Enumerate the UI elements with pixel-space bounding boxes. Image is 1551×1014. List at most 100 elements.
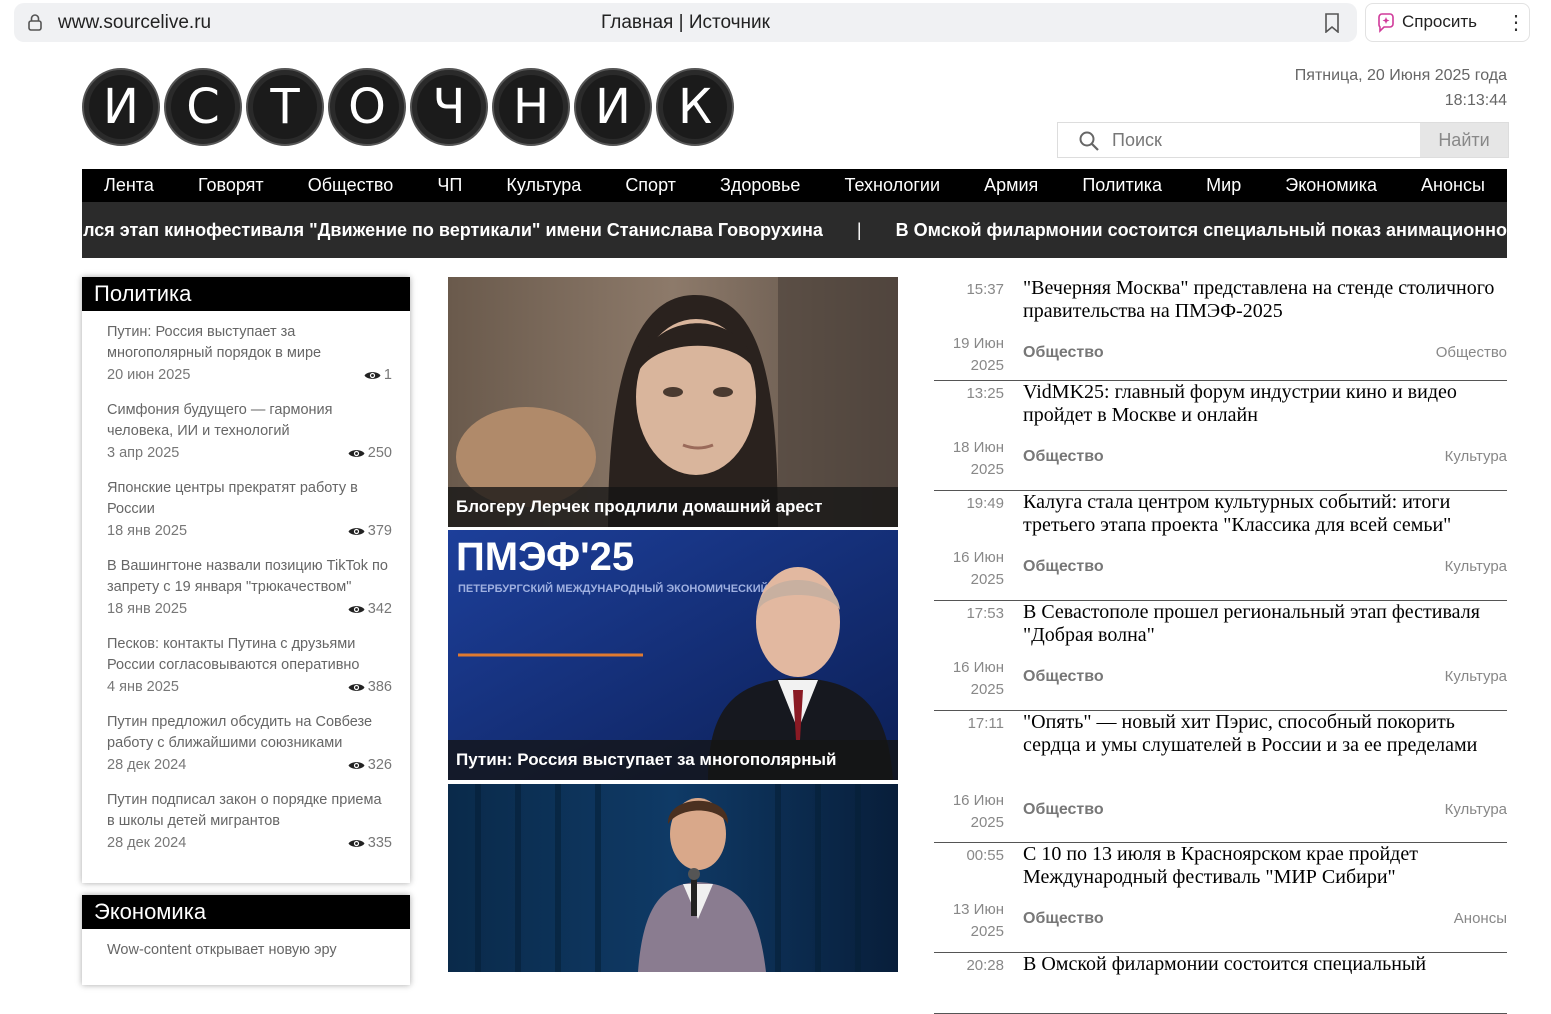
news-title[interactable]: Калуга стала центром культурных событий:… (1023, 491, 1503, 536)
news-category[interactable]: Общество (1023, 801, 1104, 819)
news-item[interactable]: 17:11 "Опять" — новый хит Пэрис, способны… (934, 711, 1507, 843)
view-count: 1 (364, 367, 392, 383)
nav-item[interactable]: Политика (1082, 175, 1162, 196)
view-count-value: 386 (367, 679, 392, 695)
list-item-title[interactable]: Японские центры прекратят работу в Росси… (107, 467, 392, 520)
news-item[interactable]: 00:55 С 10 по 13 июля в Красноярском крае… (934, 843, 1507, 953)
news-photo (448, 784, 898, 972)
news-time: 17:11 (967, 715, 1004, 732)
news-category[interactable]: Общество (1023, 558, 1104, 576)
current-date: Пятница, 20 Июня 2025 года (1294, 67, 1507, 84)
news-tag[interactable]: Анонсы (1454, 910, 1507, 927)
site-logo[interactable]: ИСТОЧНИК (82, 68, 738, 146)
search-input[interactable] (1110, 124, 1414, 156)
news-category[interactable]: Общество (1023, 448, 1104, 466)
list-item-title[interactable]: Путин подписал закон о порядке приема в … (107, 779, 392, 832)
list-item[interactable]: Японские центры прекратят работу в Росси… (82, 467, 410, 545)
list-item[interactable]: Симфония будущего — гармония человека, И… (82, 389, 410, 467)
news-title[interactable]: В Омской филармонии состоится специальны… (1023, 953, 1503, 976)
list-item[interactable]: Путин предложил обсудить на Совбезе рабо… (82, 701, 410, 779)
kebab-menu-icon[interactable]: ⋮ (1506, 10, 1526, 35)
current-time: 18:13:44 (1444, 92, 1507, 109)
news-title[interactable]: В Севастополе прошел региональный этап ф… (1023, 601, 1503, 646)
nav-item[interactable]: Общество (308, 175, 394, 196)
view-count: 326 (348, 757, 392, 773)
address-bar[interactable]: www.sourcelive.ru Главная | Источник (14, 3, 1357, 42)
sidebar-heading[interactable]: Экономика (82, 895, 410, 929)
nav-item[interactable]: Спорт (625, 175, 676, 196)
news-item[interactable]: 20:28 В Омской филармонии состоится специ… (934, 953, 1507, 1014)
ticker-separator: | (856, 220, 862, 240)
list-item-title[interactable]: Путин: Россия выступает за многополярный… (107, 311, 392, 364)
sidebar-heading[interactable]: Политика (82, 277, 410, 311)
news-item[interactable]: 15:37 "Вечерняя Москва" представлена на с… (934, 277, 1507, 381)
list-item-title[interactable]: Wow-content открывает новую эру (107, 929, 392, 961)
logo-letter: Т (246, 68, 324, 146)
list-item-meta: 28 дек 2024 326 (107, 757, 392, 773)
list-item-meta: 20 июн 2025 1 (107, 367, 392, 383)
news-card[interactable] (448, 784, 898, 972)
nav-item[interactable]: Культура (506, 175, 581, 196)
list-item-date: 20 июн 2025 (107, 367, 191, 383)
ticker-item[interactable]: В Омской филармонии состоится специальны… (896, 220, 1507, 240)
news-day: 16 Июн (952, 659, 1004, 676)
news-tag[interactable]: Культура (1445, 558, 1507, 575)
view-count: 342 (348, 601, 392, 617)
news-year: 2025 (970, 923, 1004, 940)
news-day: 16 Июн (952, 549, 1004, 566)
nav-item[interactable]: Армия (984, 175, 1038, 196)
view-count: 250 (348, 445, 392, 461)
list-item-meta: 3 апр 2025 250 (107, 445, 392, 461)
list-item[interactable]: Песков: контакты Путина с друзьями Росси… (82, 623, 410, 701)
news-title[interactable]: VidMK25: главный форум индустрии кино и … (1023, 381, 1503, 426)
news-year: 2025 (970, 461, 1004, 478)
news-item[interactable]: 13:25 VidMK25: главный форум индустрии ки… (934, 381, 1507, 491)
news-tag[interactable]: Общество (1436, 344, 1507, 361)
nav-item[interactable]: Здоровье (720, 175, 800, 196)
nav-item[interactable]: Лента (104, 175, 154, 196)
list-item[interactable]: Wow-content открывает новую эру (82, 929, 410, 1007)
news-item[interactable]: 17:53 В Севастополе прошел региональный э… (934, 601, 1507, 711)
news-title[interactable]: "Вечерняя Москва" представлена на стенде… (1023, 277, 1503, 322)
nav-item[interactable]: Технологии (844, 175, 940, 196)
news-title[interactable]: "Опять" — новый хит Пэрис, способный пок… (1023, 711, 1503, 756)
news-item[interactable]: 19:49 Калуга стала центром культурных соб… (934, 491, 1507, 601)
list-item[interactable]: Путин: Россия выступает за многополярный… (82, 311, 410, 389)
eye-icon (348, 449, 365, 457)
news-category[interactable]: Общество (1023, 344, 1104, 362)
news-title[interactable]: С 10 по 13 июля в Красноярском крае прой… (1023, 843, 1503, 888)
news-card[interactable]: ПМЭФ'25 ПЕТЕРБУРГСКИЙ МЕЖДУНАРОДНЫЙ ЭКОН… (448, 530, 898, 780)
date-time: Пятница, 20 Июня 2025 года 18:13:44 (1295, 63, 1507, 113)
list-item-title[interactable]: Симфония будущего — гармония человека, И… (107, 389, 392, 442)
view-count: 335 (348, 835, 392, 851)
eye-icon (348, 527, 365, 535)
nav-item[interactable]: ЧП (437, 175, 462, 196)
news-date: 16 Июн 2025 (934, 790, 1004, 834)
search-button[interactable]: Найти (1420, 123, 1508, 157)
list-item-title[interactable]: В Вашингтоне назвали позицию TikTok по з… (107, 545, 392, 598)
news-tag[interactable]: Культура (1445, 448, 1507, 465)
list-item-title[interactable]: Путин предложил обсудить на Совбезе рабо… (107, 701, 392, 754)
bookmark-icon[interactable] (1323, 13, 1341, 33)
nav-item[interactable]: Мир (1206, 175, 1241, 196)
news-date: 19 Июн 2025 (934, 333, 1004, 377)
news-day: 13 Июн (952, 901, 1004, 918)
news-tag[interactable]: Культура (1445, 668, 1507, 685)
view-count-value: 335 (367, 835, 392, 851)
news-category[interactable]: Общество (1023, 668, 1104, 686)
card-caption[interactable]: Блогеру Лерчек продлили домашний арест (448, 487, 898, 527)
news-category[interactable]: Общество (1023, 910, 1104, 928)
list-item[interactable]: Путин подписал закон о порядке приема в … (82, 779, 410, 857)
nav-item[interactable]: Говорят (198, 175, 264, 196)
nav-item[interactable]: Экономика (1285, 175, 1377, 196)
list-item-title[interactable]: Песков: контакты Путина с друзьями Росси… (107, 623, 392, 676)
news-ticker: ился этап кинофестиваля "Движение по вер… (82, 202, 1507, 258)
ticker-item[interactable]: ился этап кинофестиваля "Движение по вер… (82, 220, 823, 240)
card-caption[interactable]: Путин: Россия выступает за многополярный (448, 740, 898, 780)
ask-button[interactable]: Спросить ⋮ (1365, 3, 1530, 42)
browser-toolbar: www.sourcelive.ru Главная | Источник Спр… (0, 0, 1551, 46)
news-tag[interactable]: Культура (1445, 801, 1507, 818)
news-card[interactable]: Блогеру Лерчек продлили домашний арест (448, 277, 898, 527)
nav-item[interactable]: Анонсы (1421, 175, 1485, 196)
list-item[interactable]: В Вашингтоне назвали позицию TikTok по з… (82, 545, 410, 623)
